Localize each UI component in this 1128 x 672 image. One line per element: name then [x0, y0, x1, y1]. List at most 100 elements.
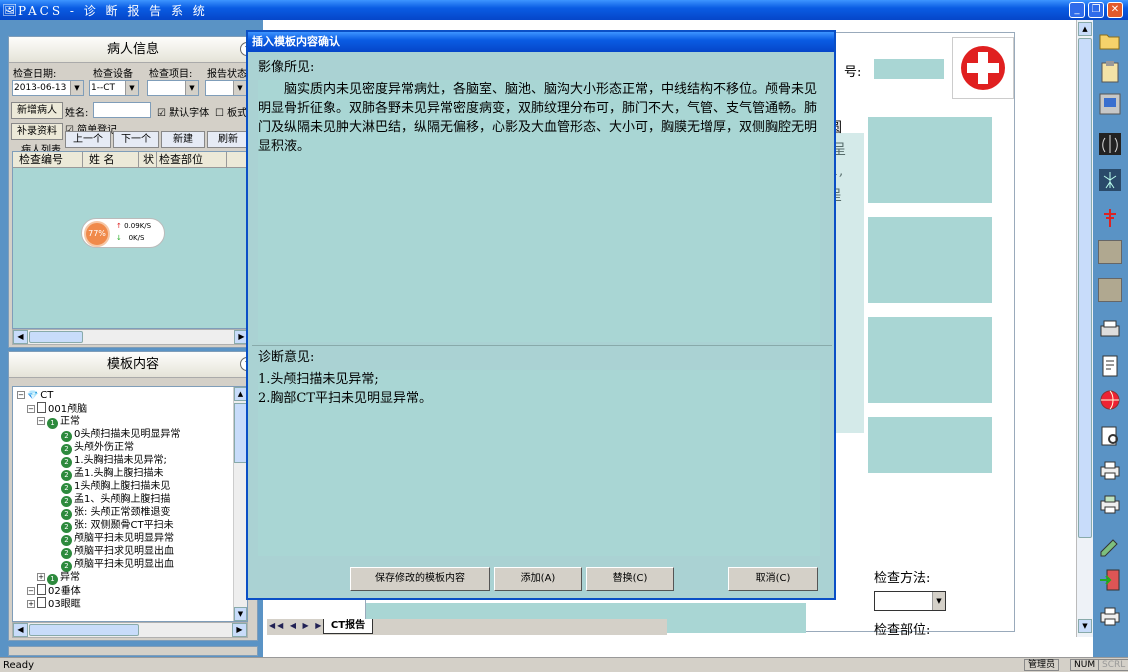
exit-door-icon[interactable]: [1098, 568, 1122, 592]
medical-symbol-icon[interactable]: [1098, 206, 1122, 230]
default-font-checkbox[interactable]: ☑ 默认字体: [157, 104, 209, 119]
tree-node[interactable]: − 001颅脑: [27, 402, 87, 416]
add-button[interactable]: 添加(A): [494, 567, 582, 591]
scroll-down-icon[interactable]: ▼: [234, 607, 247, 621]
document-icon: [37, 584, 46, 595]
report-no-label: 号:: [844, 65, 862, 80]
tree-hscrollbar[interactable]: ◀ ▶: [12, 622, 248, 638]
tree-node[interactable]: 2 颅脑平扫求见明显出血: [61, 545, 174, 559]
print-preview-icon[interactable]: [1098, 424, 1122, 448]
signature-icon[interactable]: [1098, 534, 1122, 558]
tree-node-label: 头颅外伤正常: [74, 442, 134, 453]
tree-node[interactable]: 2 1.头胸扫描未见异常;: [61, 454, 167, 468]
tree-node[interactable]: 2 张: 双侧颞骨CT平扫未: [61, 519, 174, 533]
close-button[interactable]: ✕: [1107, 2, 1123, 18]
tree-node[interactable]: − 02垂体: [27, 584, 81, 598]
exam-date-combo[interactable]: 2013-06-13 ▼: [12, 80, 84, 96]
scroll-thumb[interactable]: [1078, 38, 1092, 538]
tree-node[interactable]: − 💎 CT: [17, 389, 53, 403]
report-field-e[interactable]: [868, 417, 992, 473]
tree-node[interactable]: 2 张: 头颅正常颈椎退变: [61, 506, 171, 520]
tab-ct-report[interactable]: CT报告: [323, 619, 373, 634]
exam-method-combo[interactable]: ▼: [874, 591, 946, 611]
prev-button[interactable]: 上一个: [65, 131, 111, 148]
tree-node[interactable]: 2 孟1.头胸上腹扫描未: [61, 467, 164, 481]
patient-list-hscrollbar[interactable]: ◀ ▶: [12, 329, 250, 345]
monitor-icon[interactable]: [1098, 92, 1122, 116]
column-exam-part[interactable]: 检查部位: [157, 152, 227, 168]
scroll-up-icon[interactable]: ▲: [1078, 22, 1092, 36]
patient-list-header: 检查编号姓 名状检查部位: [13, 152, 249, 168]
printer-icon-2[interactable]: [1098, 604, 1122, 628]
tree-node[interactable]: 2 0头颅扫描未见明显异常: [61, 428, 180, 442]
report-tab-strip: ◀◀ ◀ ▶ ▶▶ CT报告: [267, 619, 667, 635]
expand-toggle-icon[interactable]: +: [37, 573, 45, 581]
save-template-button[interactable]: 保存修改的模板内容: [350, 567, 490, 591]
expand-toggle-icon[interactable]: +: [27, 600, 35, 608]
tree-vscrollbar[interactable]: ▲ ▼: [233, 387, 247, 621]
tree-node[interactable]: 2 颅脑平扫未见明显出血: [61, 558, 174, 572]
blank-tool-icon[interactable]: [1098, 240, 1122, 264]
xray-chest-icon[interactable]: [1098, 132, 1122, 156]
globe-icon[interactable]: [1098, 388, 1122, 412]
minimize-button[interactable]: _: [1069, 2, 1085, 18]
maximize-button[interactable]: ❐: [1088, 2, 1104, 18]
next-button[interactable]: 下一个: [113, 131, 159, 148]
add-record-button[interactable]: 补录资料: [11, 123, 63, 140]
report-no-field[interactable]: [874, 59, 944, 79]
column-exam-no[interactable]: 检查编号: [13, 152, 83, 168]
tree-node[interactable]: 2 孟1、头颅胸上腹扫描: [61, 493, 170, 507]
replace-button[interactable]: 替换(C): [586, 567, 674, 591]
open-folder-icon[interactable]: [1098, 28, 1122, 52]
expand-toggle-icon[interactable]: −: [37, 417, 45, 425]
tree-node[interactable]: 2 1头颅胸上腹扫描未见: [61, 480, 170, 494]
expand-toggle-icon[interactable]: −: [17, 391, 25, 399]
exam-method-label: 检查方法:: [874, 571, 931, 586]
column-name[interactable]: 姓 名: [83, 152, 139, 168]
print-stack-icon[interactable]: [1098, 318, 1122, 342]
scroll-thumb[interactable]: [29, 331, 83, 343]
tree-node-label: 孟1、头颅胸上腹扫描: [74, 494, 171, 505]
patient-list[interactable]: 检查编号姓 名状检查部位 77% ↑ 0.09K/S ↓ 0K/S: [12, 151, 250, 329]
status-ready: Ready: [3, 660, 35, 671]
expand-toggle-icon[interactable]: −: [27, 405, 35, 413]
expand-toggle-icon[interactable]: −: [27, 587, 35, 595]
tree-node-label: 02垂体: [48, 586, 81, 597]
report-vscrollbar[interactable]: ▲ ▼: [1076, 20, 1093, 637]
tree-node[interactable]: 2 头颅外伤正常: [61, 441, 134, 455]
scroll-down-icon[interactable]: ▼: [1078, 619, 1092, 633]
scroll-left-icon[interactable]: ◀: [13, 330, 28, 344]
tree-node[interactable]: +03眼眶: [27, 597, 81, 611]
template-style-checkbox[interactable]: ☐ 板式: [215, 104, 247, 119]
exam-item-label: 检查项目:: [149, 69, 193, 80]
cancel-button[interactable]: 取消(C): [728, 567, 818, 591]
findings-textarea[interactable]: 脑实质内未见密度异常病灶，各脑室、脑池、脑沟大小形态正常，中线结构不移位。颅骨未…: [258, 80, 820, 342]
scroll-right-icon[interactable]: ▶: [232, 623, 247, 637]
template-tree[interactable]: − 💎 CT −001颅脑 −1 正常 2 0头颅扫描未见明显异常 2 头颅外伤正常 2 1.头胸扫描…: [12, 386, 248, 622]
new-patient-button[interactable]: 新增病人: [11, 102, 63, 119]
column-status[interactable]: 状: [139, 152, 157, 168]
scroll-left-icon[interactable]: ◀: [13, 623, 28, 637]
tree-node[interactable]: 2 颅脑平扫未见明显异常: [61, 532, 174, 546]
tree-node[interactable]: +1 异常: [37, 571, 80, 585]
document-edit-icon[interactable]: [1098, 354, 1122, 378]
refresh-button[interactable]: 刷新: [207, 131, 249, 148]
report-field-d[interactable]: [868, 317, 992, 403]
printer-color-icon[interactable]: [1098, 492, 1122, 516]
diagnosis-textarea[interactable]: 1.头颅扫描未见异常; 2.胸部CT平扫未见明显异常。: [258, 370, 820, 556]
name-input[interactable]: [93, 102, 151, 118]
tree-node[interactable]: −1 正常: [37, 415, 80, 429]
status-user: 管理员: [1024, 659, 1060, 671]
report-field-b[interactable]: [868, 117, 992, 203]
exam-device-combo[interactable]: 1--CT ▼: [89, 80, 139, 96]
report-field-c[interactable]: [868, 217, 992, 303]
clipboard-icon[interactable]: [1098, 60, 1122, 84]
network-speed-widget: 77% ↑ 0.09K/S ↓ 0K/S: [81, 218, 165, 248]
exam-item-combo[interactable]: ▼: [147, 80, 199, 96]
report-status-combo[interactable]: ▼: [205, 80, 247, 96]
blank-tool-icon-2[interactable]: [1098, 278, 1122, 302]
printer-icon[interactable]: [1098, 458, 1122, 482]
create-button[interactable]: 新建: [161, 131, 205, 148]
xray-body-icon[interactable]: [1098, 168, 1122, 192]
scroll-thumb[interactable]: [29, 624, 139, 636]
